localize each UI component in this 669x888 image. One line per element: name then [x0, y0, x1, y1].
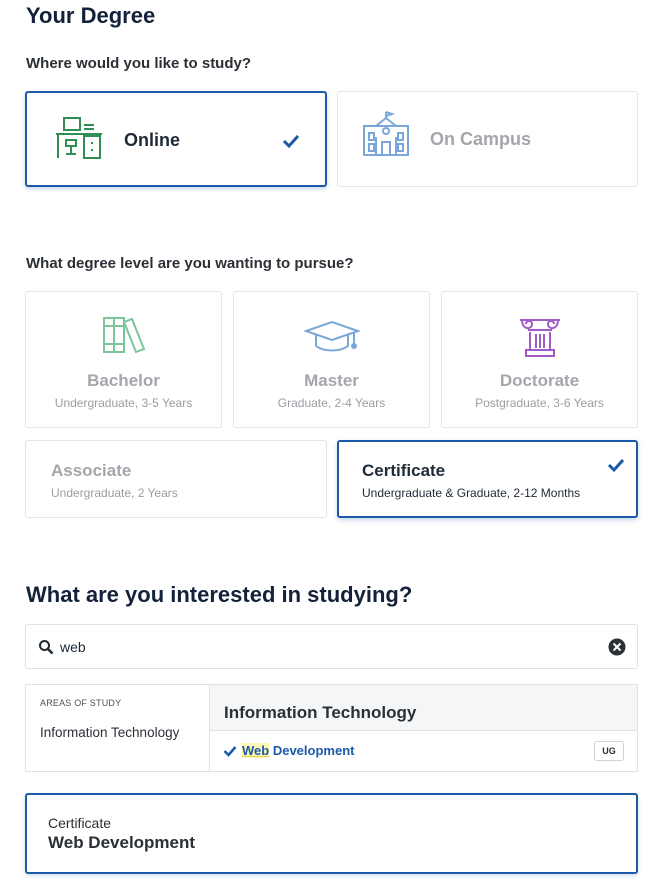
option-associate-label: Associate: [51, 461, 132, 480]
selected-program-name: Web Development: [48, 833, 196, 852]
option-associate-sub: Undergraduate, 2 Years: [51, 486, 178, 500]
page-title: Your Degree: [26, 3, 156, 28]
option-master-sub: Graduate, 2-4 Years: [277, 396, 386, 410]
option-bachelor-sub: Undergraduate, 3-5 Years: [54, 396, 193, 410]
option-certificate[interactable]: Certificate Undergraduate & Graduate, 2-…: [337, 440, 638, 518]
campus-building-icon: [362, 110, 410, 163]
check-icon: [223, 744, 237, 763]
search-input[interactable]: [60, 634, 600, 660]
study-mode-question: Where would you like to study?: [26, 55, 252, 72]
result-rest: Development: [269, 743, 355, 758]
selected-level: Certificate: [48, 815, 112, 831]
search-icon: [38, 639, 54, 660]
option-online[interactable]: Online: [25, 91, 327, 187]
degree-level-question: What degree level are you wanting to pur…: [26, 255, 354, 272]
option-certificate-label: Certificate: [362, 461, 446, 480]
option-master[interactable]: Master Graduate, 2-4 Years: [233, 291, 430, 428]
clear-search-icon[interactable]: [608, 638, 626, 661]
areas-of-study-panel: AREAS OF STUDY Information Technology: [26, 685, 210, 771]
areas-of-study-heading: AREAS OF STUDY: [40, 698, 122, 708]
option-master-label: Master: [304, 371, 359, 390]
search-box: [25, 624, 638, 669]
results-group-title: Information Technology: [224, 703, 417, 722]
result-web-development[interactable]: Web Development: [210, 732, 637, 770]
option-online-label: Online: [124, 130, 181, 150]
option-certificate-sub: Undergraduate & Graduate, 2-12 Months: [362, 486, 581, 500]
result-label: Web Development: [242, 743, 354, 758]
result-highlight: Web: [242, 743, 270, 758]
option-bachelor-label: Bachelor: [87, 371, 160, 390]
desk-computer-icon: [54, 116, 106, 167]
option-doctorate-sub: Postgraduate, 3-6 Years: [475, 396, 604, 410]
check-icon: [282, 132, 300, 150]
check-icon: [607, 456, 625, 474]
option-on-campus[interactable]: On Campus: [337, 91, 638, 187]
books-icon: [102, 316, 146, 361]
column-icon: [518, 316, 562, 363]
level-badge: UG: [594, 741, 624, 761]
interest-question: What are you interested in studying?: [26, 582, 413, 607]
option-doctorate[interactable]: Doctorate Postgraduate, 3-6 Years: [441, 291, 638, 428]
area-item[interactable]: Information Technology: [40, 725, 179, 740]
option-bachelor[interactable]: Bachelor Undergraduate, 3-5 Years: [25, 291, 222, 428]
graduation-cap-icon: [302, 320, 361, 359]
option-associate[interactable]: Associate Undergraduate, 2 Years: [25, 440, 327, 518]
selected-program: Certificate Web Development: [25, 793, 638, 874]
results-panel: Information Technology Web Development U…: [210, 685, 637, 771]
search-results: AREAS OF STUDY Information Technology In…: [25, 684, 638, 772]
option-on-campus-label: On Campus: [430, 129, 532, 149]
option-doctorate-label: Doctorate: [499, 371, 580, 390]
